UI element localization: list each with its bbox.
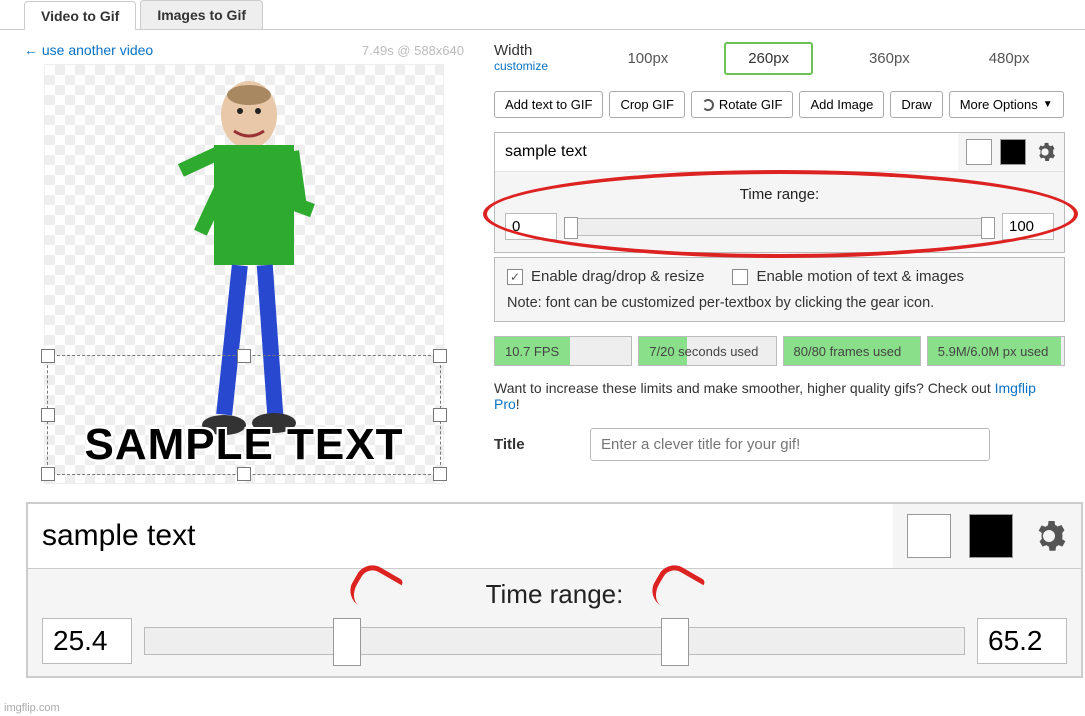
stat-px: 5.9M/6.0M px used — [927, 336, 1065, 366]
caption-text-input[interactable] — [495, 133, 958, 171]
slider-thumb-end[interactable] — [981, 217, 995, 239]
enable-drag-resize-checkbox[interactable]: ✓ — [507, 269, 523, 285]
title-label: Title — [494, 436, 574, 453]
crop-gif-button[interactable]: Crop GIF — [609, 91, 684, 118]
use-another-video-link[interactable]: ← use another video — [24, 42, 153, 58]
customize-width-link[interactable]: customize — [494, 59, 574, 73]
rotate-gif-button[interactable]: Rotate GIF — [691, 91, 794, 118]
stat-frames: 80/80 frames used — [783, 336, 921, 366]
time-range-end-input[interactable] — [1002, 213, 1054, 240]
resize-handle[interactable] — [41, 349, 55, 363]
resize-handle[interactable] — [237, 349, 251, 363]
width-option-480[interactable]: 480px — [966, 43, 1053, 74]
time-range-label: Time range: — [505, 186, 1054, 203]
zoomed-text-panel: Time range: — [26, 502, 1083, 678]
time-range-slider[interactable] — [565, 218, 994, 236]
limits-text: Want to increase these limits and make s… — [494, 380, 1065, 412]
gear-icon[interactable] — [1031, 518, 1067, 554]
zoom-time-range-label: Time range: — [42, 579, 1067, 610]
title-input[interactable] — [590, 428, 990, 461]
chevron-down-icon: ▼ — [1043, 99, 1053, 110]
zoom-outline-swatch[interactable] — [907, 514, 951, 558]
enable-drag-resize-label: Enable drag/drop & resize — [531, 268, 704, 285]
text-color-controls — [958, 133, 1064, 171]
width-option-100[interactable]: 100px — [604, 43, 691, 74]
zoom-slider-thumb-start[interactable] — [333, 618, 361, 666]
enable-motion-checkbox[interactable] — [732, 269, 748, 285]
gif-preview[interactable]: SAMPLE TEXT — [44, 64, 444, 484]
draw-button[interactable]: Draw — [890, 91, 942, 118]
width-option-360[interactable]: 360px — [846, 43, 933, 74]
gear-icon[interactable] — [1034, 141, 1056, 163]
time-range-start-input[interactable] — [505, 213, 557, 240]
more-options-button[interactable]: More Options▼ — [949, 91, 1064, 118]
slider-thumb-start[interactable] — [564, 217, 578, 239]
overlay-caption: SAMPLE TEXT — [48, 420, 440, 470]
add-image-button[interactable]: Add Image — [799, 91, 884, 118]
add-text-button[interactable]: Add text to GIF — [494, 91, 603, 118]
text-editor-panel: Time range: — [494, 132, 1065, 253]
tab-video-to-gif[interactable]: Video to Gif — [24, 1, 136, 30]
zoom-caption-input[interactable] — [28, 504, 893, 568]
fill-color-swatch[interactable] — [1000, 139, 1026, 165]
tab-bar: Video to Gif Images to Gif — [0, 0, 1085, 30]
zoom-fill-swatch[interactable] — [969, 514, 1013, 558]
enable-motion-label: Enable motion of text & images — [756, 268, 964, 285]
text-overlay-box[interactable]: SAMPLE TEXT — [47, 355, 441, 475]
font-note: Note: font can be customized per-textbox… — [507, 295, 1052, 311]
zoom-start-input[interactable] — [42, 618, 132, 664]
video-meta-text: 7.49s @ 588x640 — [362, 43, 464, 58]
tab-images-to-gif[interactable]: Images to Gif — [140, 0, 263, 29]
zoom-slider-thumb-end[interactable] — [661, 618, 689, 666]
zoom-slider[interactable] — [144, 627, 965, 655]
resize-handle[interactable] — [433, 349, 447, 363]
outline-color-swatch[interactable] — [966, 139, 992, 165]
width-label: Width — [494, 42, 574, 59]
stat-seconds: 7/20 seconds used — [638, 336, 776, 366]
watermark: imgflip.com — [4, 702, 60, 714]
options-panel: ✓ Enable drag/drop & resize Enable motio… — [494, 257, 1065, 322]
width-option-260[interactable]: 260px — [724, 42, 813, 75]
stat-fps: 10.7 FPS — [494, 336, 632, 366]
rotate-icon — [702, 99, 714, 111]
zoom-end-input[interactable] — [977, 618, 1067, 664]
